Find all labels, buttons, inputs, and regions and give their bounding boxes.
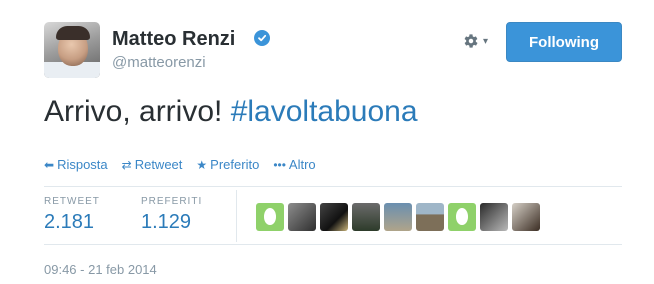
retweet-stat[interactable]: RETWEET 2.181 bbox=[44, 196, 100, 234]
favorites-stat-label: PREFERITI bbox=[141, 196, 203, 207]
egg-avatar[interactable] bbox=[256, 203, 284, 231]
more-button[interactable]: ••• Altro bbox=[273, 157, 315, 172]
reply-button[interactable]: ⬅ Risposta bbox=[44, 157, 108, 172]
favorite-button[interactable]: ★ Preferito bbox=[196, 157, 259, 172]
tweet-actions: ⬅ Risposta ⇄ Retweet ★ Preferito ••• Alt… bbox=[44, 157, 316, 172]
retweet-icon: ⇄ bbox=[121, 157, 132, 172]
retweet-label: Retweet bbox=[134, 157, 183, 172]
photo-avatar[interactable] bbox=[512, 203, 540, 231]
favorited-by-list bbox=[256, 203, 540, 231]
retweet-stat-label: RETWEET bbox=[44, 196, 100, 207]
star-icon: ★ bbox=[196, 157, 208, 172]
avatar-hair bbox=[56, 26, 90, 40]
author-username[interactable]: @matteorenzi bbox=[112, 54, 206, 71]
tweet-text: Arrivo, arrivo! #lavoltabuona bbox=[44, 95, 418, 129]
verified-badge-icon bbox=[254, 30, 270, 46]
egg-avatar[interactable] bbox=[448, 203, 476, 231]
gear-icon bbox=[464, 34, 478, 48]
chevron-down-icon: ▾ bbox=[483, 35, 489, 47]
favorite-label: Preferito bbox=[210, 157, 260, 172]
tweet-card: Matteo Renzi @matteorenzi ▾ Following Ar… bbox=[0, 0, 654, 284]
tweet-timestamp[interactable]: 09:46 - 21 feb 2014 bbox=[44, 262, 157, 277]
photo-avatar[interactable] bbox=[416, 203, 444, 231]
photo-avatar[interactable] bbox=[320, 203, 348, 231]
reply-label: Risposta bbox=[57, 157, 108, 172]
reply-icon: ⬅ bbox=[44, 157, 55, 172]
hashtag-link[interactable]: #lavoltabuona bbox=[231, 95, 418, 128]
photo-avatar[interactable] bbox=[384, 203, 412, 231]
stats-separator bbox=[236, 190, 237, 242]
following-button[interactable]: Following bbox=[506, 22, 622, 62]
photo-avatar[interactable] bbox=[480, 203, 508, 231]
tweet-options-menu[interactable]: ▾ bbox=[462, 32, 488, 50]
divider bbox=[44, 244, 622, 245]
more-label: Altro bbox=[288, 157, 316, 172]
author-name[interactable]: Matteo Renzi bbox=[112, 28, 235, 51]
photo-avatar[interactable] bbox=[352, 203, 380, 231]
retweet-count: 2.181 bbox=[44, 211, 95, 233]
photo-avatar[interactable] bbox=[288, 203, 316, 231]
tweet-body: Arrivo, arrivo! bbox=[44, 95, 231, 128]
more-icon: ••• bbox=[273, 157, 286, 172]
favorites-stat[interactable]: PREFERITI 1.129 bbox=[141, 196, 202, 234]
author-avatar[interactable] bbox=[44, 22, 100, 78]
retweet-button[interactable]: ⇄ Retweet bbox=[122, 157, 183, 172]
favorites-count: 1.129 bbox=[141, 211, 192, 233]
divider bbox=[44, 186, 622, 187]
